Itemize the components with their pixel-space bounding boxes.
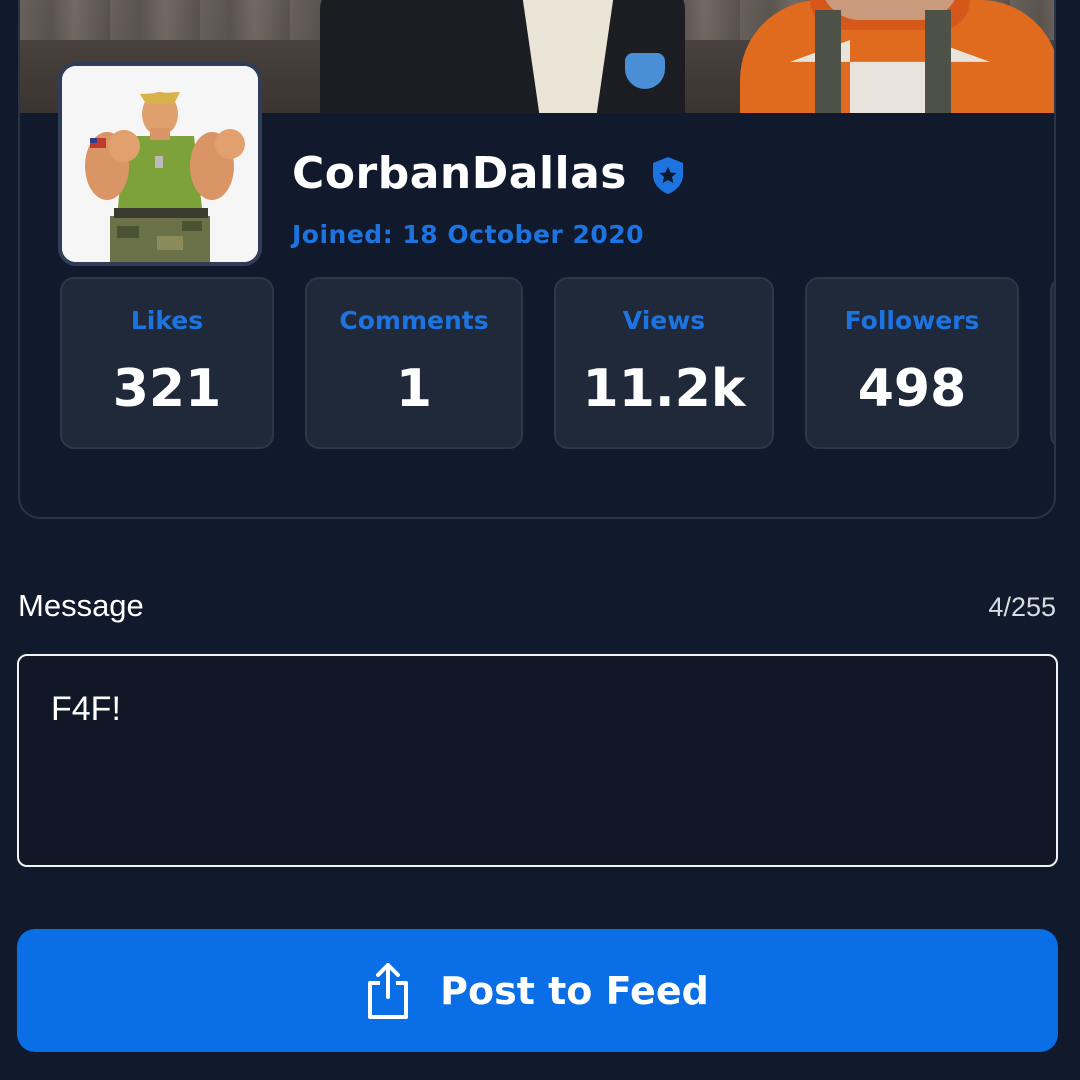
stat-label: Followers [844,306,980,335]
character-counter: 4/255 [988,592,1056,622]
stat-value: 498 [857,359,967,419]
stat-value: 1 [395,359,433,419]
post-button-label: Post to Feed [440,968,709,1013]
message-textarea[interactable]: F4F! [17,654,1058,867]
stat-label: Comments [339,306,489,335]
stat-likes[interactable]: Likes 321 [60,277,274,449]
avatar[interactable] [58,62,262,266]
profile-page: Likes 321 Comments 1 Views 11.2k Followe… [0,0,1080,1080]
stat-views[interactable]: Views 11.2k [554,277,774,449]
share-icon [368,962,409,1019]
stat-label: Views [622,306,706,335]
stat-followers[interactable]: Followers 498 [805,277,1019,449]
stat-value: 321 [112,359,222,419]
stat-value: 11.2k [582,359,746,419]
join-date: Joined: 18 October 2020 [292,220,645,249]
stat-next-peek[interactable] [1050,277,1054,449]
post-to-feed-button[interactable]: Post to Feed [17,929,1058,1052]
message-label: Message [18,588,144,623]
username: CorbanDallas [292,148,627,199]
stat-comments[interactable]: Comments 1 [305,277,523,449]
verified-shield-icon [653,157,683,194]
stat-label: Likes [130,306,204,335]
